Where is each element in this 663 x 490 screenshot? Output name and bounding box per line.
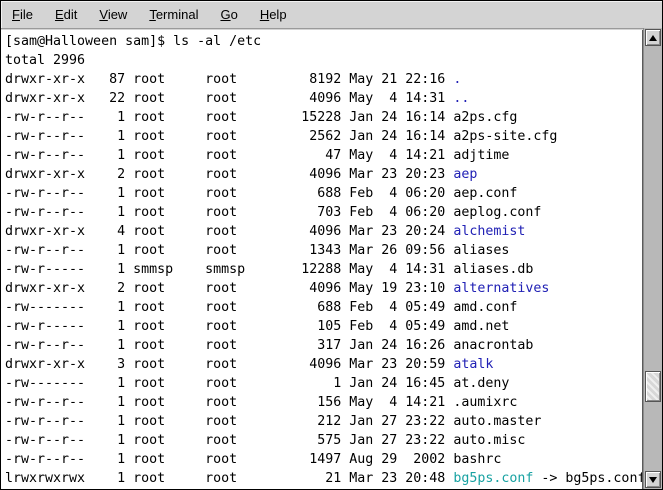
file-row: lrwxrwxrwx 1 root root 21 Mar 23 20:48 b… <box>5 469 642 488</box>
file-row: drwxr-xr-x 22 root root 4096 May 4 14:31… <box>5 89 642 108</box>
file-name: amd.net <box>453 319 509 334</box>
file-name: alchemist <box>453 224 525 239</box>
triangle-down-icon <box>649 477 657 483</box>
menu-item-go[interactable]: Go <box>209 1 248 28</box>
scrollbar[interactable] <box>643 28 662 489</box>
terminal-output-area[interactable]: [sam@Halloween sam]$ ls -al /etc total 2… <box>1 30 643 489</box>
file-row: drwxr-xr-x 3 root root 4096 Mar 23 20:59… <box>5 355 642 374</box>
file-name: .aumixrc <box>453 395 517 410</box>
triangle-up-icon <box>649 35 657 41</box>
file-meta: drwxr-xr-x 4 root root 4096 Mar 23 20:24 <box>5 224 453 239</box>
file-meta: drwxr-xr-x 2 root root 4096 Mar 23 20:23 <box>5 167 453 182</box>
file-meta: lrwxrwxrwx 1 root root 21 Mar 23 20:48 <box>5 471 453 486</box>
file-row: -rw-r--r-- 1 root root 156 May 4 14:21 .… <box>5 393 642 412</box>
file-row: -rw-r--r-- 1 root root 575 Jan 27 23:22 … <box>5 431 642 450</box>
file-row: drwxr-xr-x 87 root root 8192 May 21 22:1… <box>5 70 642 89</box>
file-name: adjtime <box>453 148 509 163</box>
file-row: -rw-r--r-- 1 root root 688 Feb 4 06:20 a… <box>5 184 642 203</box>
file-meta: -rw-r--r-- 1 root root 1497 Aug 29 2002 <box>5 452 453 467</box>
file-meta: -rw-r--r-- 1 root root 703 Feb 4 06:20 <box>5 205 453 220</box>
file-row: drwxr-xr-x 2 root root 4096 May 19 23:10… <box>5 279 642 298</box>
file-row: -rw-r--r-- 1 root root 47 May 4 14:21 ad… <box>5 146 642 165</box>
file-name: aeplog.conf <box>453 205 541 220</box>
file-row: -rw-r--r-- 1 root root 1343 Mar 26 09:56… <box>5 241 642 260</box>
file-name: .. <box>453 91 469 106</box>
terminal-window: FileEditViewTerminalGoHelp [sam@Hallowee… <box>0 0 663 490</box>
file-name: auto.master <box>453 414 541 429</box>
file-name: auto.misc <box>453 433 525 448</box>
file-meta: -rw-r--r-- 1 root root 1343 Mar 26 09:56 <box>5 243 453 258</box>
file-row: -rw-r--r-- 1 root root 2562 Jan 24 16:14… <box>5 127 642 146</box>
file-meta: -rw-r--r-- 1 root root 575 Jan 27 23:22 <box>5 433 453 448</box>
file-meta: -rw-r--r-- 1 root root 212 Jan 27 23:22 <box>5 414 453 429</box>
menu-item-help[interactable]: Help <box>249 1 298 28</box>
menu-item-file[interactable]: File <box>1 1 44 28</box>
file-name: bashrc <box>453 452 501 467</box>
file-row: -rw-r--r-- 1 root root 1497 Aug 29 2002 … <box>5 450 642 469</box>
file-row: -rw-r----- 1 smmsp smmsp 12288 May 4 14:… <box>5 260 642 279</box>
file-name: at.deny <box>453 376 509 391</box>
file-row: drwxr-xr-x 2 root root 4096 Mar 23 20:23… <box>5 165 642 184</box>
file-name: aep.conf <box>453 186 517 201</box>
file-meta: -rw-r--r-- 1 root root 2562 Jan 24 16:14 <box>5 129 453 144</box>
file-meta: -rw-r--r-- 1 root root 156 May 4 14:21 <box>5 395 453 410</box>
file-meta: drwxr-xr-x 3 root root 4096 Mar 23 20:59 <box>5 357 453 372</box>
file-row: -rw-r--r-- 1 root root 317 Jan 24 16:26 … <box>5 336 642 355</box>
file-meta: drwxr-xr-x 87 root root 8192 May 21 22:1… <box>5 72 453 87</box>
scroll-down-button[interactable] <box>645 471 661 488</box>
scroll-up-button[interactable] <box>645 29 661 46</box>
symlink-target: -> bg5ps.conf <box>533 471 643 486</box>
file-meta: -rw-r----- 1 root root 105 Feb 4 05:49 <box>5 319 453 334</box>
menu-item-view[interactable]: View <box>88 1 138 28</box>
file-row: -rw-r----- 1 root root 105 Feb 4 05:49 a… <box>5 317 642 336</box>
file-name: a2ps-site.cfg <box>453 129 557 144</box>
file-row: -rw------- 1 root root 1 Jan 24 16:45 at… <box>5 374 642 393</box>
file-row: -rw-r--r-- 1 root root 15228 Jan 24 16:1… <box>5 108 642 127</box>
menu-item-terminal[interactable]: Terminal <box>138 1 209 28</box>
file-name: aliases <box>453 243 509 258</box>
file-meta: drwxr-xr-x 22 root root 4096 May 4 14:31 <box>5 91 453 106</box>
file-name: atalk <box>453 357 493 372</box>
file-meta: -rw-r--r-- 1 root root 688 Feb 4 06:20 <box>5 186 453 201</box>
total-line: total 2996 <box>5 51 642 70</box>
file-name: alternatives <box>453 281 549 296</box>
scrollbar-thumb[interactable] <box>645 371 661 402</box>
file-name: . <box>453 72 461 87</box>
menu-item-edit[interactable]: Edit <box>44 1 88 28</box>
file-name: aliases.db <box>453 262 533 277</box>
file-name: anacrontab <box>453 338 533 353</box>
file-name: amd.conf <box>453 300 517 315</box>
prompt-line: [sam@Halloween sam]$ ls -al /etc <box>5 32 642 51</box>
file-name: aep <box>453 167 477 182</box>
file-meta: -rw------- 1 root root 1 Jan 24 16:45 <box>5 376 453 391</box>
file-meta: -rw-r--r-- 1 root root 317 Jan 24 16:26 <box>5 338 453 353</box>
file-meta: -rw-r----- 1 smmsp smmsp 12288 May 4 14:… <box>5 262 453 277</box>
file-meta: -rw-r--r-- 1 root root 47 May 4 14:21 <box>5 148 453 163</box>
file-meta: -rw------- 1 root root 688 Feb 4 05:49 <box>5 300 453 315</box>
file-row: -rw------- 1 root root 688 Feb 4 05:49 a… <box>5 298 642 317</box>
menu-bar: FileEditViewTerminalGoHelp <box>1 1 662 29</box>
file-name: bg5ps.conf <box>453 471 533 486</box>
file-row: drwxr-xr-x 4 root root 4096 Mar 23 20:24… <box>5 222 642 241</box>
file-row: -rw-r--r-- 1 root root 703 Feb 4 06:20 a… <box>5 203 642 222</box>
file-name: a2ps.cfg <box>453 110 517 125</box>
file-meta: drwxr-xr-x 2 root root 4096 May 19 23:10 <box>5 281 453 296</box>
file-row: -rw-r--r-- 1 root root 212 Jan 27 23:22 … <box>5 412 642 431</box>
file-meta: -rw-r--r-- 1 root root 15228 Jan 24 16:1… <box>5 110 453 125</box>
